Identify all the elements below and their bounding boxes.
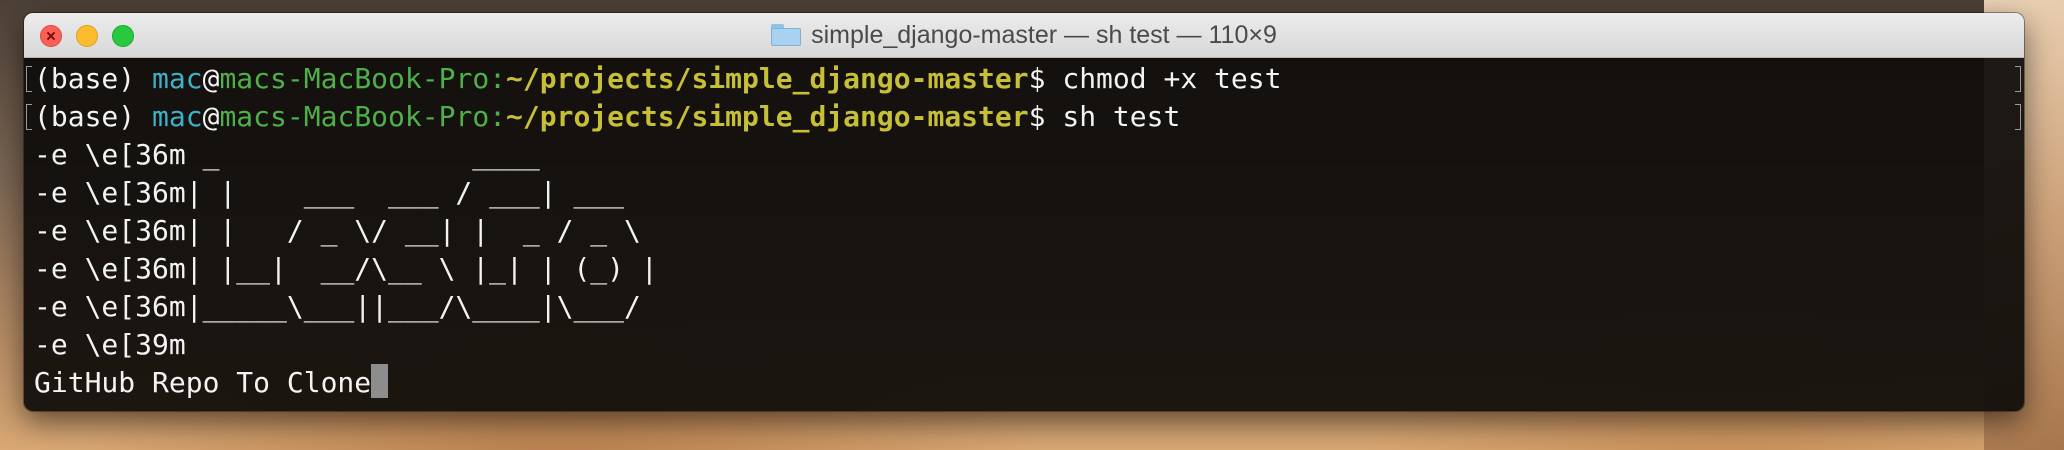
command-text: sh test xyxy=(1062,100,1181,133)
prompt-path: ~/projects/simple_django-master xyxy=(506,62,1029,95)
prompt-host: macs-MacBook-Pro xyxy=(219,62,490,95)
prompt-host: macs-MacBook-Pro xyxy=(219,100,490,133)
command-text: chmod +x test xyxy=(1062,62,1282,95)
window-controls xyxy=(40,25,134,47)
maximize-button[interactable] xyxy=(112,25,134,47)
output-line: -e \e[36m| |__| __/\__ \ |_| | (_) | xyxy=(34,252,658,285)
terminal-window: simple_django-master — sh test — 110×9 (… xyxy=(24,13,2024,411)
mark-right-1 xyxy=(2015,66,2021,92)
prompt-user: mac xyxy=(152,62,203,95)
output-line: -e \e[36m _ ____ xyxy=(34,138,540,171)
close-button[interactable] xyxy=(40,25,62,47)
prompt-symbol: $ xyxy=(1028,62,1063,95)
output-line: -e \e[36m| | ___ ___ / ___| ___ xyxy=(34,176,625,209)
prompt-colon: : xyxy=(489,62,507,95)
prompt-user: mac xyxy=(152,100,203,133)
prompt-at: @ xyxy=(202,100,220,133)
mark-right-2 xyxy=(2015,104,2021,130)
output-line: -e \e[39m xyxy=(34,328,186,361)
window-titlebar[interactable]: simple_django-master — sh test — 110×9 xyxy=(24,13,2024,58)
prompt-env: (base) xyxy=(34,62,153,95)
minimize-button[interactable] xyxy=(76,25,98,47)
prompt-colon: : xyxy=(489,100,507,133)
prompt-env: (base) xyxy=(34,100,153,133)
input-prompt-line: GitHub Repo To Clone xyxy=(34,364,2024,402)
output-line: -e \e[36m| | / _ \/ __| | _ / _ \ xyxy=(34,214,641,247)
window-title-text: simple_django-master — sh test — 110×9 xyxy=(811,20,1277,49)
window-title: simple_django-master — sh test — 110×9 xyxy=(771,21,1277,50)
prompt-at: @ xyxy=(202,62,220,95)
terminal-output[interactable]: (base) mac@macs-MacBook-Pro:~/projects/s… xyxy=(24,58,2024,411)
terminal-prompt-line: (base) mac@macs-MacBook-Pro:~/projects/s… xyxy=(34,98,2024,136)
prompt-symbol: $ xyxy=(1028,100,1063,133)
input-prompt-text: GitHub Repo To Clone xyxy=(34,366,372,399)
folder-icon xyxy=(771,24,802,46)
prompt-path: ~/projects/simple_django-master xyxy=(506,100,1029,133)
output-line: -e \e[36m|_____\___||___/\____|\___/ xyxy=(34,290,641,323)
text-cursor[interactable] xyxy=(371,364,389,398)
mark-left-2 xyxy=(26,104,32,130)
terminal-prompt-line: (base) mac@macs-MacBook-Pro:~/projects/s… xyxy=(34,60,2024,98)
mark-left-1 xyxy=(26,66,32,92)
